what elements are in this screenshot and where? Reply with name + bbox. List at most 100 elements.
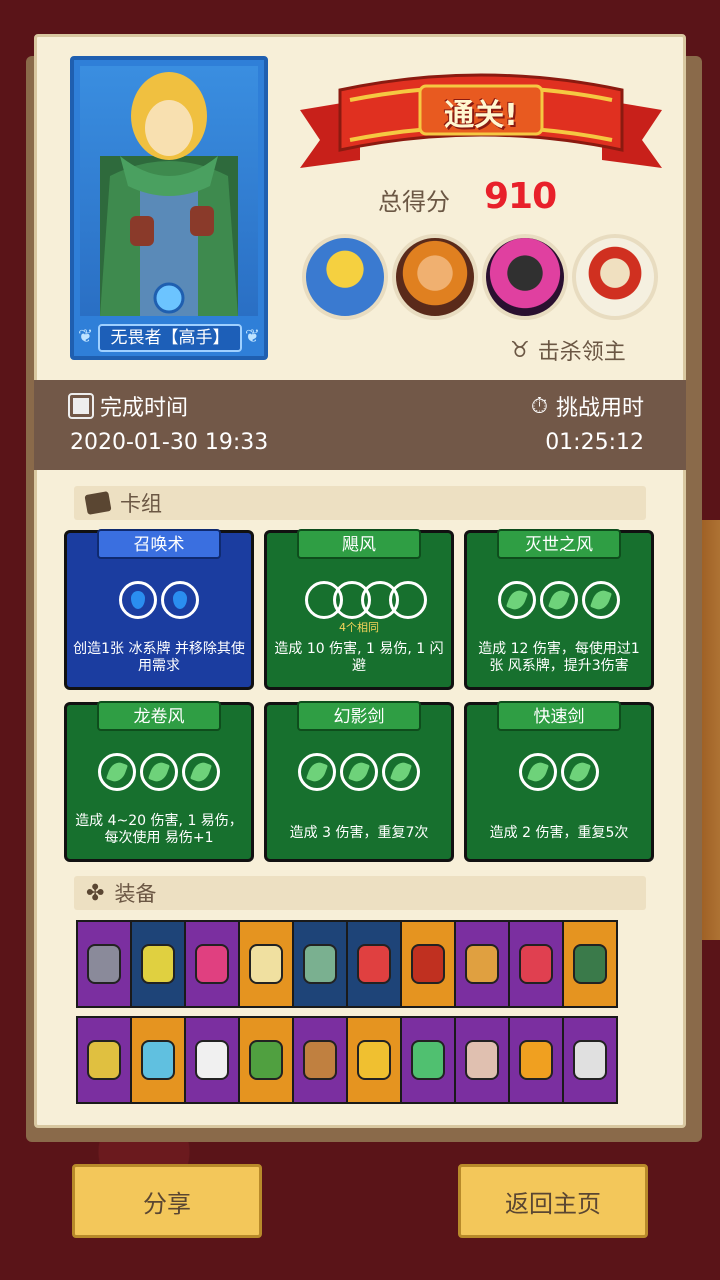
card-description: 造成 3 伤害，重复7次 xyxy=(289,825,429,841)
card-description: 创造1张 冰系牌 并移除其使用需求 xyxy=(73,641,245,674)
card-description: 造成 2 伤害，重复5次 xyxy=(489,825,629,841)
gear-cluster-icon: ✤ xyxy=(86,880,105,906)
hero-portrait xyxy=(80,66,258,316)
duration-label: ⏱ 挑战用时 xyxy=(531,390,644,422)
deck-card[interactable]: 灭世之风 造成 12 伤害，每使用过1张 风系牌，提升3伤害 xyxy=(464,529,654,690)
water-orb-icon xyxy=(161,581,199,619)
wind-orb-icon xyxy=(561,753,599,791)
card-subtext: 4个相同 xyxy=(339,621,379,634)
duration-value: 01:25:12 xyxy=(545,430,644,455)
card-name: 召唤术 xyxy=(97,529,221,559)
equipment-item-icon xyxy=(519,1040,553,1080)
equipment-slot[interactable] xyxy=(562,920,618,1008)
equipment-slot[interactable] xyxy=(76,920,132,1008)
equipment-item-icon xyxy=(465,1040,499,1080)
boss-portrait-4[interactable] xyxy=(572,234,658,320)
equipment-row-2 xyxy=(76,1016,644,1104)
equipment-slot[interactable] xyxy=(76,1016,132,1104)
empty-orb-icon xyxy=(389,581,427,619)
deck-title: 卡组 xyxy=(120,492,162,516)
cards-icon xyxy=(84,491,112,515)
equipment-item-icon xyxy=(303,1040,337,1080)
wind-orb-icon xyxy=(298,753,336,791)
score-value: 910 xyxy=(484,176,557,217)
equipment-slot[interactable] xyxy=(238,920,294,1008)
deck-card[interactable]: 快速剑造成 2 伤害，重复5次 xyxy=(464,701,654,862)
equipment-item-icon xyxy=(573,1040,607,1080)
complete-time-text: 完成时间 xyxy=(100,396,189,421)
deck-card[interactable]: 龙卷风 造成 4~20 伤害, 1 易伤，每次使用 易伤+1 xyxy=(64,701,254,862)
wind-orb-icon xyxy=(498,581,536,619)
equipment-slot[interactable] xyxy=(184,1016,240,1104)
equipment-item-icon xyxy=(357,1040,391,1080)
deck-card[interactable]: 飓风 4个相同 造成 10 伤害, 1 易伤, 1 闪避 xyxy=(264,529,454,690)
card-cost-orbs xyxy=(267,581,451,619)
wind-orb-icon xyxy=(519,753,557,791)
card-name: 飓风 xyxy=(297,529,421,559)
duration-text: 挑战用时 xyxy=(555,396,644,421)
deck-card[interactable]: 召唤术创造1张 冰系牌 并移除其使用需求 xyxy=(64,529,254,690)
deck-card[interactable]: 幻影剑 造成 3 伤害，重复7次 xyxy=(264,701,454,862)
equipment-item-icon xyxy=(465,944,499,984)
card-description: 造成 12 伤害，每使用过1张 风系牌，提升3伤害 xyxy=(478,641,640,674)
complete-time-value: 2020-01-30 19:33 xyxy=(70,430,269,455)
boss-portrait-3[interactable] xyxy=(482,234,568,320)
equipment-slot[interactable] xyxy=(508,920,564,1008)
card-name: 龙卷风 xyxy=(97,701,221,731)
hero-ornament-right: ❦ xyxy=(244,326,260,347)
equipment-slot[interactable] xyxy=(562,1016,618,1104)
share-button[interactable]: 分享 xyxy=(72,1164,262,1238)
equipment-slot[interactable] xyxy=(400,1016,456,1104)
equipment-item-icon xyxy=(87,944,121,984)
equipment-slot[interactable] xyxy=(400,920,456,1008)
victory-title: 通关! xyxy=(444,98,518,133)
card-cost-orbs xyxy=(67,581,251,619)
equipment-item-icon xyxy=(249,944,283,984)
equipment-item-icon xyxy=(357,944,391,984)
score-label: 总得分 xyxy=(378,188,450,216)
water-orb-icon xyxy=(119,581,157,619)
equipment-row-1 xyxy=(76,920,644,1008)
wind-orb-icon xyxy=(98,753,136,791)
deck-header: 卡组 xyxy=(74,486,646,520)
equipment-slot[interactable] xyxy=(346,1016,402,1104)
wind-orb-icon xyxy=(340,753,378,791)
equipment-slot[interactable] xyxy=(346,920,402,1008)
card-cost-orbs xyxy=(467,753,651,791)
wind-orb-icon xyxy=(140,753,178,791)
time-bar: 完成时间 2020-01-30 19:33 ⏱ 挑战用时 01:25:12 xyxy=(34,380,686,470)
equipment-item-icon xyxy=(411,944,445,984)
equipment-slot[interactable] xyxy=(292,1016,348,1104)
film-icon xyxy=(68,393,94,419)
equipment-slot[interactable] xyxy=(238,1016,294,1104)
wind-orb-icon xyxy=(182,753,220,791)
home-button-label: 返回主页 xyxy=(505,1189,601,1218)
card-name: 快速剑 xyxy=(497,701,621,731)
hero-name: 无畏者【高手】 xyxy=(98,324,242,352)
equipment-item-icon xyxy=(249,1040,283,1080)
hero-card[interactable]: ❦ 无畏者【高手】 ❦ xyxy=(70,56,268,360)
equipment-header: ✤ 装备 xyxy=(74,876,646,910)
equipment-item-icon xyxy=(573,944,607,984)
card-cost-orbs xyxy=(267,753,451,791)
bull-skull-icon: ♉ xyxy=(510,337,530,363)
equipment-slot[interactable] xyxy=(184,920,240,1008)
equipment-slot[interactable] xyxy=(292,920,348,1008)
equipment-slot[interactable] xyxy=(454,920,510,1008)
victory-banner: 通关! xyxy=(300,60,662,170)
share-button-label: 分享 xyxy=(143,1189,191,1218)
equipment-title: 装备 xyxy=(114,882,157,906)
wind-orb-icon xyxy=(582,581,620,619)
kill-boss-label: ♉ 击杀领主 xyxy=(510,334,626,366)
equipment-item-icon xyxy=(195,1040,229,1080)
card-cost-orbs xyxy=(467,581,651,619)
boss-portrait-1[interactable] xyxy=(302,234,388,320)
home-button[interactable]: 返回主页 xyxy=(458,1164,648,1238)
equipment-slot[interactable] xyxy=(130,1016,186,1104)
complete-time-label: 完成时间 xyxy=(68,390,189,422)
boss-portrait-2[interactable] xyxy=(392,234,478,320)
card-cost-orbs xyxy=(67,753,251,791)
equipment-slot[interactable] xyxy=(130,920,186,1008)
equipment-slot[interactable] xyxy=(454,1016,510,1104)
equipment-slot[interactable] xyxy=(508,1016,564,1104)
